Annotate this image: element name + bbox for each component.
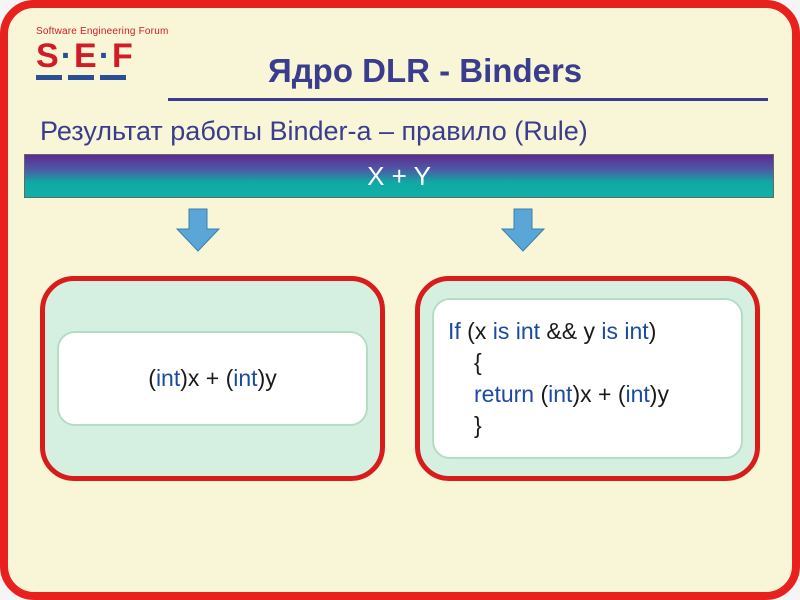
arrow-down-icon xyxy=(498,205,548,255)
title-underline xyxy=(168,98,768,101)
logo-subtitle: Software Engineering Forum xyxy=(36,26,169,37)
slide-subtitle: Результат работы Binder-а – правило (Rul… xyxy=(40,116,588,147)
arrow-down-icon xyxy=(173,205,223,255)
sef-logo: Software Engineering Forum S·E·F xyxy=(36,26,169,80)
slide-frame: Software Engineering Forum S·E·F Ядро DL… xyxy=(0,0,800,600)
logo-main: S·E·F xyxy=(36,39,169,73)
expression-text: X + Y xyxy=(367,161,431,192)
logo-bars xyxy=(36,75,169,80)
rule-right-code: If (x is int && y is int) { return (int)… xyxy=(432,298,743,458)
rule-box-right: If (x is int && y is int) { return (int)… xyxy=(415,276,760,481)
rule-left-code: (int)x + (int)y xyxy=(57,331,368,426)
expression-bar: X + Y xyxy=(24,154,774,198)
rule-boxes: (int)x + (int)y If (x is int && y is int… xyxy=(40,276,760,481)
rule-box-left: (int)x + (int)y xyxy=(40,276,385,481)
slide-title: Ядро DLR - Binders xyxy=(268,52,582,90)
